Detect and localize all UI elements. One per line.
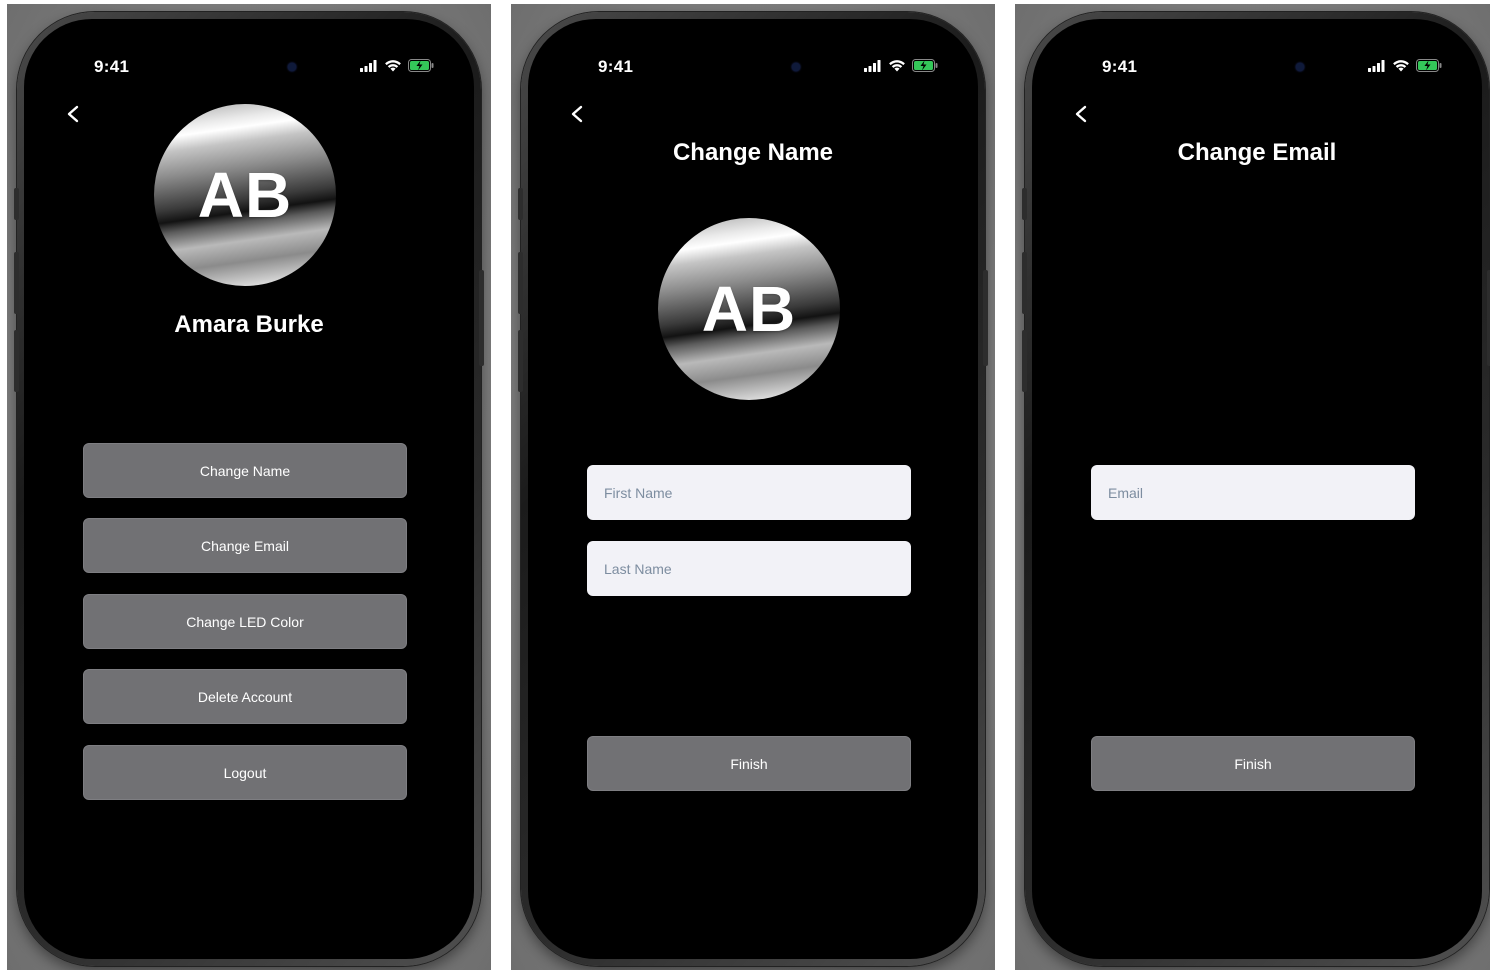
chevron-left-icon [1073,104,1089,129]
phone-screen: 9:41 Change [528,19,978,959]
change-email-screen-panel: 9:41 Change Email Email Finish [1015,4,1490,970]
wifi-icon [888,59,906,77]
volume-up-button [1022,252,1027,314]
logout-button[interactable]: Logout [83,745,407,800]
avatar: AB [154,104,336,286]
change-led-color-button[interactable]: Change LED Color [83,594,407,649]
camera-dot [288,63,296,71]
phone-screen: 9:41 AB Amara Burke Change Name Change E… [24,19,474,959]
avatar-initials: AB [197,159,293,231]
status-time: 9:41 [598,57,634,76]
battery-charging-icon [408,59,434,77]
cellular-signal-icon [360,59,378,77]
cellular-signal-icon [1368,59,1386,77]
volume-down-button [14,330,19,392]
avatar: AB [658,218,840,400]
first-name-field[interactable] [587,465,911,520]
delete-account-button[interactable]: Delete Account [83,669,407,724]
cellular-signal-icon [864,59,882,77]
battery-charging-icon [912,59,938,77]
chevron-left-icon [569,104,585,129]
volume-up-button [14,252,19,314]
back-button[interactable] [58,101,88,131]
phone-frame: 9:41 Change [518,12,988,966]
volume-down-button [518,330,523,392]
mute-switch [14,188,19,220]
wifi-icon [384,59,402,77]
status-bar: 9:41 [24,19,474,85]
volume-up-button [518,252,523,314]
profile-screen-panel: 9:41 AB Amara Burke Change Name Change E… [7,4,491,970]
finish-button[interactable]: Finish [1091,736,1415,791]
status-icons [1368,59,1442,77]
power-button [479,270,484,366]
screen-title: Change Email [1177,139,1337,166]
power-button [983,270,988,366]
status-icons [360,59,434,77]
status-time: 9:41 [1102,57,1138,76]
back-button[interactable] [1066,101,1096,131]
dynamic-island [194,49,322,85]
change-email-button[interactable]: Change Email [83,518,407,573]
phone-screen: 9:41 Change [1032,19,1482,959]
camera-dot [792,63,800,71]
back-button[interactable] [562,101,592,131]
status-bar: 9:41 [1032,19,1482,85]
status-time: 9:41 [94,57,130,76]
screen-title: Change Name [672,139,834,166]
last-name-field[interactable] [587,541,911,596]
phone-frame: 9:41 Change [1022,12,1490,966]
avatar-initials: AB [701,273,797,345]
change-name-button[interactable]: Change Name [83,443,407,498]
camera-dot [1296,63,1304,71]
status-icons [864,59,938,77]
profile-name: Amara Burke [174,311,324,338]
wifi-icon [1392,59,1410,77]
finish-button[interactable]: Finish [587,736,911,791]
status-bar: 9:41 [528,19,978,85]
phone-frame: 9:41 AB Amara Burke Change Name Change E… [14,12,484,966]
email-field[interactable] [1091,465,1415,520]
change-name-screen-panel: 9:41 Change Name AB First Name Last Name… [511,4,995,970]
dynamic-island [1202,49,1330,85]
chevron-left-icon [65,104,81,129]
dynamic-island [698,49,826,85]
battery-charging-icon [1416,59,1442,77]
volume-down-button [1022,330,1027,392]
mute-switch [518,188,523,220]
mute-switch [1022,188,1027,220]
